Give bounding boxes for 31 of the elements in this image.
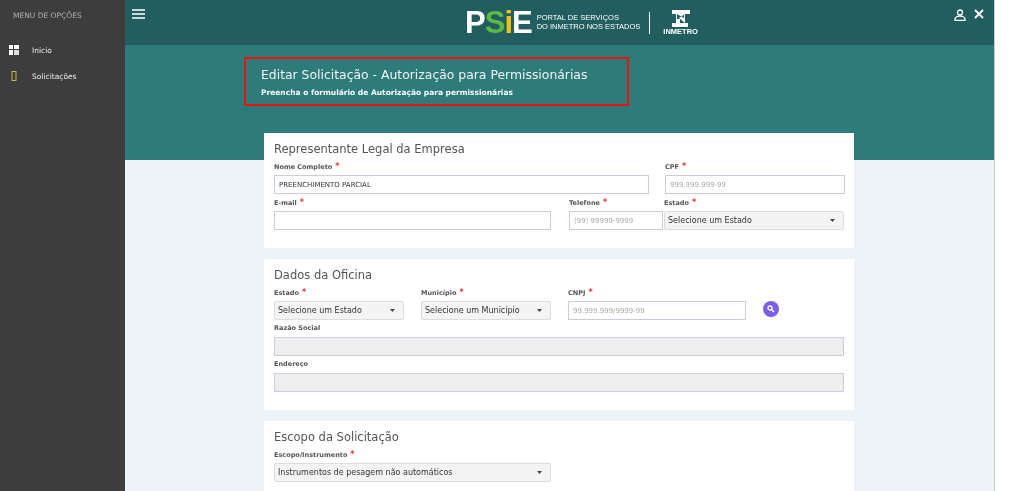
page-title: Editar Solicitação - Autorização para Permissionárias xyxy=(261,67,589,82)
user-icon[interactable] xyxy=(954,9,966,21)
close-icon[interactable] xyxy=(974,9,984,19)
card-title: Dados da Oficina xyxy=(274,268,374,282)
logo-wordmark: PSiE xyxy=(465,7,532,38)
select-field[interactable]: Selecione um Estado xyxy=(664,211,844,230)
menu-icon[interactable] xyxy=(132,9,145,19)
caret-icon xyxy=(537,471,542,474)
select-field[interactable]: Selecione um Estado xyxy=(274,301,404,320)
required-mark: * xyxy=(350,450,355,459)
caret-icon xyxy=(390,309,395,312)
select-field[interactable]: Selecione um Município xyxy=(421,301,551,320)
card-title: Representante Legal da Empresa xyxy=(274,142,466,156)
required-mark: * xyxy=(691,198,697,207)
required-mark: * xyxy=(335,162,340,171)
required-mark: * xyxy=(588,288,593,297)
required-mark: * xyxy=(459,288,464,297)
required-mark: * xyxy=(602,198,608,207)
dashboard-icon xyxy=(9,45,19,55)
emblem-icon xyxy=(670,9,691,27)
document-icon xyxy=(9,71,19,81)
select-field[interactable]: Instrumentos de pesagem não automáticos xyxy=(274,463,551,482)
required-mark: * xyxy=(301,288,307,297)
input-field[interactable] xyxy=(274,211,551,230)
required-mark: * xyxy=(299,198,304,207)
card-title: Escopo da Solicitação xyxy=(274,430,400,444)
search-icon xyxy=(767,305,775,313)
caret-icon xyxy=(830,219,835,222)
required-mark: * xyxy=(682,162,687,171)
caret-icon xyxy=(537,309,542,312)
search-button[interactable] xyxy=(763,301,779,317)
